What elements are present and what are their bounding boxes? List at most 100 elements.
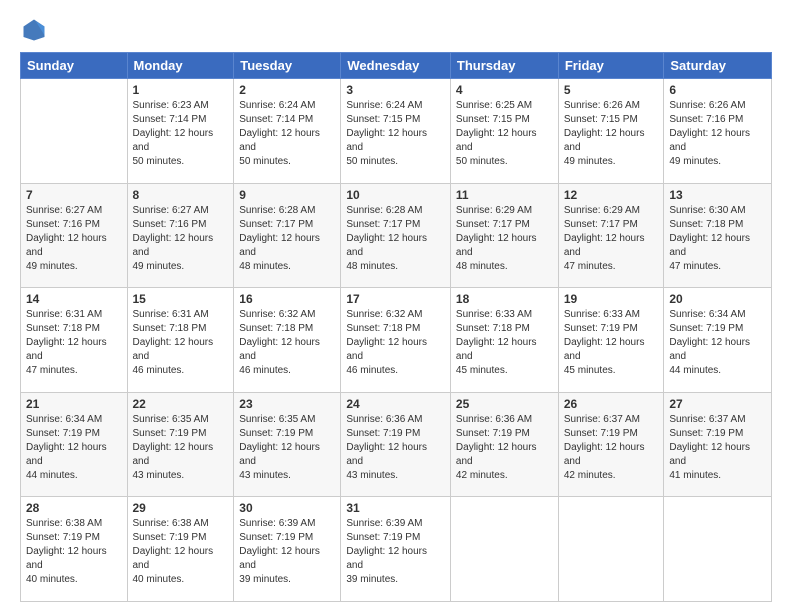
day-number: 8: [133, 188, 229, 202]
day-info: Sunrise: 6:27 AMSunset: 7:16 PMDaylight:…: [133, 204, 229, 274]
weekday-thursday: Thursday: [450, 53, 558, 79]
calendar-cell: 4 Sunrise: 6:25 AMSunset: 7:15 PMDaylight…: [450, 79, 558, 184]
day-info: Sunrise: 6:28 AMSunset: 7:17 PMDaylight:…: [239, 204, 335, 274]
day-info: Sunrise: 6:23 AMSunset: 7:14 PMDaylight:…: [133, 99, 229, 169]
weekday-saturday: Saturday: [664, 53, 772, 79]
day-number: 23: [239, 397, 335, 411]
day-info: Sunrise: 6:33 AMSunset: 7:18 PMDaylight:…: [456, 308, 553, 378]
calendar-cell: [450, 497, 558, 602]
day-info: Sunrise: 6:31 AMSunset: 7:18 PMDaylight:…: [26, 308, 122, 378]
calendar-cell: 23 Sunrise: 6:35 AMSunset: 7:19 PMDayligh…: [234, 392, 341, 497]
calendar-cell: 6 Sunrise: 6:26 AMSunset: 7:16 PMDaylight…: [664, 79, 772, 184]
calendar-week-3: 14 Sunrise: 6:31 AMSunset: 7:18 PMDayligh…: [21, 288, 772, 393]
day-info: Sunrise: 6:36 AMSunset: 7:19 PMDaylight:…: [456, 413, 553, 483]
calendar-week-4: 21 Sunrise: 6:34 AMSunset: 7:19 PMDayligh…: [21, 392, 772, 497]
calendar-cell: 27 Sunrise: 6:37 AMSunset: 7:19 PMDayligh…: [664, 392, 772, 497]
logo-icon: [20, 16, 48, 44]
day-number: 25: [456, 397, 553, 411]
calendar-cell: [664, 497, 772, 602]
weekday-friday: Friday: [558, 53, 664, 79]
day-number: 3: [346, 83, 445, 97]
calendar-cell: 25 Sunrise: 6:36 AMSunset: 7:19 PMDayligh…: [450, 392, 558, 497]
calendar-cell: 1 Sunrise: 6:23 AMSunset: 7:14 PMDaylight…: [127, 79, 234, 184]
calendar-cell: 22 Sunrise: 6:35 AMSunset: 7:19 PMDayligh…: [127, 392, 234, 497]
day-info: Sunrise: 6:35 AMSunset: 7:19 PMDaylight:…: [133, 413, 229, 483]
day-number: 6: [669, 83, 766, 97]
day-info: Sunrise: 6:38 AMSunset: 7:19 PMDaylight:…: [26, 517, 122, 587]
calendar-cell: 2 Sunrise: 6:24 AMSunset: 7:14 PMDaylight…: [234, 79, 341, 184]
calendar-cell: 8 Sunrise: 6:27 AMSunset: 7:16 PMDaylight…: [127, 183, 234, 288]
day-info: Sunrise: 6:29 AMSunset: 7:17 PMDaylight:…: [456, 204, 553, 274]
day-number: 2: [239, 83, 335, 97]
calendar-week-1: 1 Sunrise: 6:23 AMSunset: 7:14 PMDaylight…: [21, 79, 772, 184]
weekday-header-row: SundayMondayTuesdayWednesdayThursdayFrid…: [21, 53, 772, 79]
header: [20, 16, 772, 44]
calendar-cell: [21, 79, 128, 184]
calendar-body: 1 Sunrise: 6:23 AMSunset: 7:14 PMDaylight…: [21, 79, 772, 602]
day-number: 11: [456, 188, 553, 202]
day-info: Sunrise: 6:39 AMSunset: 7:19 PMDaylight:…: [239, 517, 335, 587]
calendar-table: SundayMondayTuesdayWednesdayThursdayFrid…: [20, 52, 772, 602]
day-number: 22: [133, 397, 229, 411]
logo: [20, 16, 52, 44]
day-number: 10: [346, 188, 445, 202]
calendar-cell: 24 Sunrise: 6:36 AMSunset: 7:19 PMDayligh…: [341, 392, 451, 497]
calendar-cell: 30Sunrise: 6:39 AMSunset: 7:19 PMDayligh…: [234, 497, 341, 602]
day-info: Sunrise: 6:36 AMSunset: 7:19 PMDaylight:…: [346, 413, 445, 483]
calendar-week-5: 28Sunrise: 6:38 AMSunset: 7:19 PMDayligh…: [21, 497, 772, 602]
day-info: Sunrise: 6:32 AMSunset: 7:18 PMDaylight:…: [346, 308, 445, 378]
calendar-cell: 28Sunrise: 6:38 AMSunset: 7:19 PMDayligh…: [21, 497, 128, 602]
calendar-cell: 21 Sunrise: 6:34 AMSunset: 7:19 PMDayligh…: [21, 392, 128, 497]
day-info: Sunrise: 6:27 AMSunset: 7:16 PMDaylight:…: [26, 204, 122, 274]
calendar-header: SundayMondayTuesdayWednesdayThursdayFrid…: [21, 53, 772, 79]
day-info: Sunrise: 6:35 AMSunset: 7:19 PMDaylight:…: [239, 413, 335, 483]
day-number: 1: [133, 83, 229, 97]
day-number: 4: [456, 83, 553, 97]
day-info: Sunrise: 6:25 AMSunset: 7:15 PMDaylight:…: [456, 99, 553, 169]
day-info: Sunrise: 6:24 AMSunset: 7:15 PMDaylight:…: [346, 99, 445, 169]
calendar-cell: 13Sunrise: 6:30 AMSunset: 7:18 PMDayligh…: [664, 183, 772, 288]
day-number: 21: [26, 397, 122, 411]
day-info: Sunrise: 6:26 AMSunset: 7:16 PMDaylight:…: [669, 99, 766, 169]
day-number: 7: [26, 188, 122, 202]
calendar-cell: 18 Sunrise: 6:33 AMSunset: 7:18 PMDayligh…: [450, 288, 558, 393]
day-number: 17: [346, 292, 445, 306]
day-info: Sunrise: 6:34 AMSunset: 7:19 PMDaylight:…: [669, 308, 766, 378]
calendar-cell: 3 Sunrise: 6:24 AMSunset: 7:15 PMDaylight…: [341, 79, 451, 184]
day-number: 31: [346, 501, 445, 515]
day-info: Sunrise: 6:33 AMSunset: 7:19 PMDaylight:…: [564, 308, 659, 378]
day-number: 14: [26, 292, 122, 306]
calendar-cell: 17 Sunrise: 6:32 AMSunset: 7:18 PMDayligh…: [341, 288, 451, 393]
calendar-cell: [558, 497, 664, 602]
calendar-cell: 31Sunrise: 6:39 AMSunset: 7:19 PMDayligh…: [341, 497, 451, 602]
weekday-monday: Monday: [127, 53, 234, 79]
day-info: Sunrise: 6:28 AMSunset: 7:17 PMDaylight:…: [346, 204, 445, 274]
calendar-cell: 19 Sunrise: 6:33 AMSunset: 7:19 PMDayligh…: [558, 288, 664, 393]
day-number: 18: [456, 292, 553, 306]
calendar-cell: 16Sunrise: 6:32 AMSunset: 7:18 PMDayligh…: [234, 288, 341, 393]
day-info: Sunrise: 6:34 AMSunset: 7:19 PMDaylight:…: [26, 413, 122, 483]
day-number: 24: [346, 397, 445, 411]
calendar-cell: 15Sunrise: 6:31 AMSunset: 7:18 PMDayligh…: [127, 288, 234, 393]
day-info: Sunrise: 6:24 AMSunset: 7:14 PMDaylight:…: [239, 99, 335, 169]
day-number: 12: [564, 188, 659, 202]
calendar-cell: 26Sunrise: 6:37 AMSunset: 7:19 PMDayligh…: [558, 392, 664, 497]
weekday-tuesday: Tuesday: [234, 53, 341, 79]
calendar-page: SundayMondayTuesdayWednesdayThursdayFrid…: [0, 0, 792, 612]
calendar-cell: 20 Sunrise: 6:34 AMSunset: 7:19 PMDayligh…: [664, 288, 772, 393]
day-number: 9: [239, 188, 335, 202]
day-info: Sunrise: 6:37 AMSunset: 7:19 PMDaylight:…: [669, 413, 766, 483]
calendar-cell: 7 Sunrise: 6:27 AMSunset: 7:16 PMDaylight…: [21, 183, 128, 288]
calendar-cell: 29Sunrise: 6:38 AMSunset: 7:19 PMDayligh…: [127, 497, 234, 602]
day-number: 16: [239, 292, 335, 306]
day-number: 27: [669, 397, 766, 411]
day-number: 19: [564, 292, 659, 306]
day-info: Sunrise: 6:29 AMSunset: 7:17 PMDaylight:…: [564, 204, 659, 274]
day-info: Sunrise: 6:31 AMSunset: 7:18 PMDaylight:…: [133, 308, 229, 378]
calendar-cell: 5Sunrise: 6:26 AMSunset: 7:15 PMDaylight…: [558, 79, 664, 184]
day-number: 20: [669, 292, 766, 306]
calendar-cell: 9 Sunrise: 6:28 AMSunset: 7:17 PMDaylight…: [234, 183, 341, 288]
day-number: 29: [133, 501, 229, 515]
calendar-cell: 11 Sunrise: 6:29 AMSunset: 7:17 PMDayligh…: [450, 183, 558, 288]
day-number: 5: [564, 83, 659, 97]
